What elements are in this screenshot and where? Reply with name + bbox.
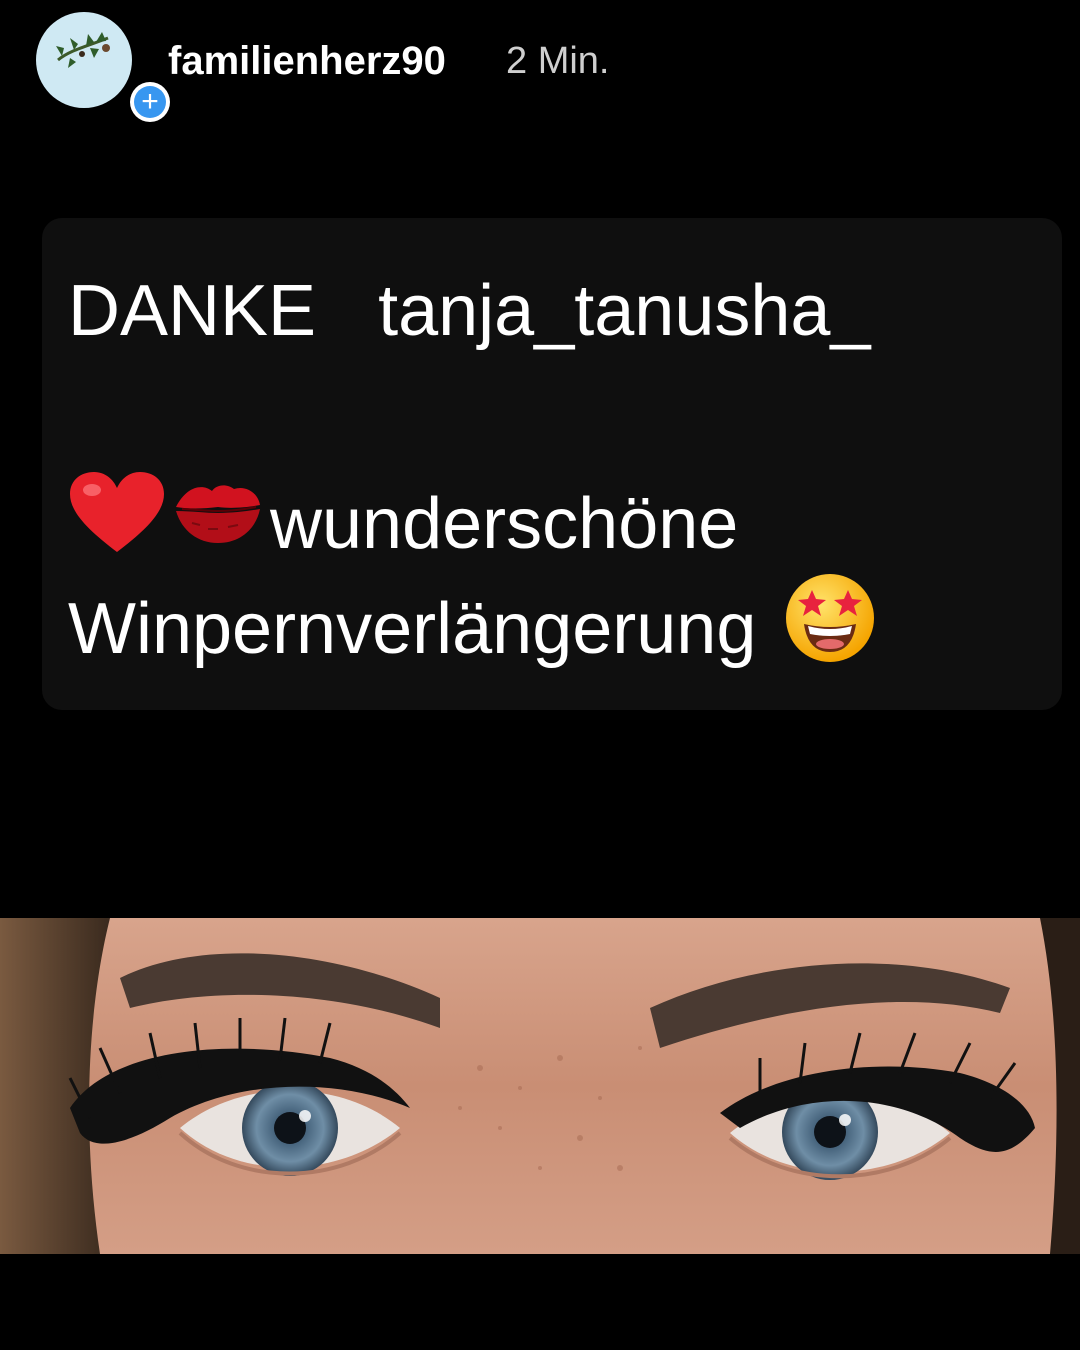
- thanks-word: DANKE: [68, 271, 317, 351]
- profile-avatar[interactable]: +: [36, 12, 170, 122]
- timestamp: 2 Min.: [506, 40, 610, 82]
- thanks-line: DANKE tanja_tanusha_: [68, 266, 871, 356]
- plus-icon: +: [134, 86, 166, 118]
- eyelash-extension-photo: [0, 918, 1080, 1254]
- story-header: + familienherz90 2 Min.: [0, 0, 1080, 122]
- service-line: Winpernverlängerung: [68, 572, 876, 685]
- red-heart-icon: [68, 470, 166, 577]
- service-text: Winpernverlängerung: [68, 588, 757, 669]
- add-story-badge[interactable]: +: [130, 82, 170, 122]
- kiss-mark-icon: [172, 477, 264, 570]
- mention-username[interactable]: tanja_tanusha_: [378, 271, 870, 351]
- holly-sprig-icon: [56, 32, 110, 68]
- compliment-line: wunderschöne: [68, 470, 738, 577]
- username[interactable]: familienherz90: [168, 36, 446, 86]
- story-text-card: DANKE tanja_tanusha_ wunderschöne Winpern…: [42, 218, 1062, 710]
- star-struck-face-icon: [784, 572, 876, 685]
- compliment-text: wunderschöne: [270, 483, 739, 564]
